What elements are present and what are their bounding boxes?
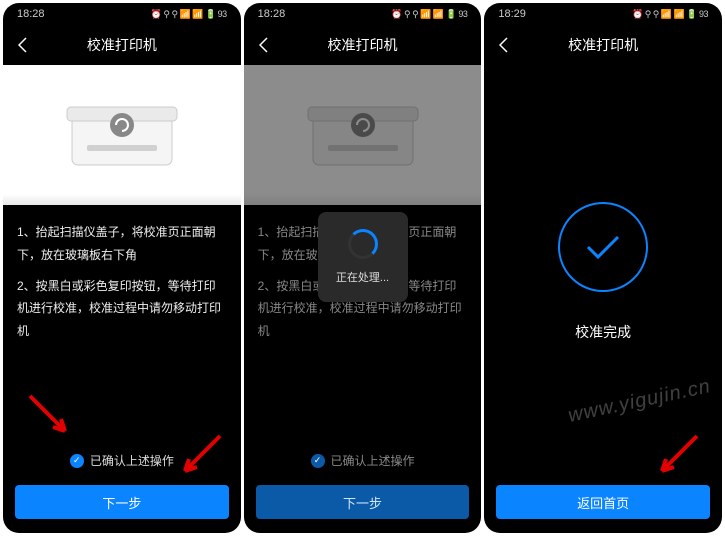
confirm-checkbox-row: ✓ 已确认上述操作 bbox=[244, 442, 482, 479]
confirm-label: 已确认上述操作 bbox=[331, 452, 415, 469]
status-time: 18:29 bbox=[498, 8, 526, 20]
nav-bar: 校准打印机 bbox=[244, 25, 482, 65]
nav-bar: 校准打印机 bbox=[484, 25, 722, 65]
page-title: 校准打印机 bbox=[87, 35, 157, 55]
status-time: 18:28 bbox=[258, 8, 286, 20]
back-icon[interactable] bbox=[254, 35, 274, 55]
instructions: 1、抬起扫描仪盖子，将校准页正面朝下，放在玻璃板右下角 2、按黑白或彩色复印按钮… bbox=[3, 205, 241, 367]
status-icons: ⏰ ⚲ ⚲ 📶 📶 🔋 93 bbox=[391, 9, 467, 20]
success-circle-icon bbox=[558, 202, 648, 292]
check-icon: ✓ bbox=[311, 454, 325, 468]
back-icon[interactable] bbox=[13, 35, 33, 55]
return-home-button[interactable]: 返回首页 bbox=[496, 485, 710, 519]
back-icon[interactable] bbox=[494, 35, 514, 55]
status-bar: 18:28 ⏰ ⚲ ⚲ 📶 📶 🔋 93 bbox=[3, 3, 241, 25]
screen-step1: 18:28 ⏰ ⚲ ⚲ 📶 📶 🔋 93 校准打印机 1、抬起扫描仪盖子，将校准… bbox=[3, 3, 241, 533]
printer-image bbox=[3, 65, 241, 205]
spinner-icon bbox=[348, 229, 378, 259]
check-icon: ✓ bbox=[70, 454, 84, 468]
processing-modal: 正在处理... bbox=[318, 212, 408, 302]
status-time: 18:28 bbox=[17, 8, 45, 20]
screen-success: 18:29 ⏰ ⚲ ⚲ 📶 📶 🔋 93 校准打印机 校准完成 www.yigu… bbox=[484, 3, 722, 533]
success-area: 校准完成 bbox=[484, 65, 722, 479]
modal-text: 正在处理... bbox=[336, 269, 389, 285]
status-icons: ⏰ ⚲ ⚲ 📶 📶 🔋 93 bbox=[632, 9, 708, 20]
next-button[interactable]: 下一步 bbox=[15, 485, 229, 519]
status-bar: 18:28 ⏰ ⚲ ⚲ 📶 📶 🔋 93 bbox=[244, 3, 482, 25]
printer-image bbox=[244, 65, 482, 205]
confirm-label: 已确认上述操作 bbox=[90, 452, 174, 469]
confirm-checkbox-row[interactable]: ✓ 已确认上述操作 bbox=[3, 442, 241, 479]
next-button: 下一步 bbox=[256, 485, 470, 519]
instruction-2: 2、按黑白或彩色复印按钮，等待打印机进行校准，校准过程中请勿移动打印机 bbox=[17, 275, 227, 343]
screen-processing: 18:28 ⏰ ⚲ ⚲ 📶 📶 🔋 93 校准打印机 1、抬起扫描仪盖子，将校准… bbox=[244, 3, 482, 533]
nav-bar: 校准打印机 bbox=[3, 25, 241, 65]
status-bar: 18:29 ⏰ ⚲ ⚲ 📶 📶 🔋 93 bbox=[484, 3, 722, 25]
page-title: 校准打印机 bbox=[568, 35, 638, 55]
status-icons: ⏰ ⚲ ⚲ 📶 📶 🔋 93 bbox=[151, 9, 227, 20]
instruction-1: 1、抬起扫描仪盖子，将校准页正面朝下，放在玻璃板右下角 bbox=[17, 221, 227, 267]
page-title: 校准打印机 bbox=[328, 35, 398, 55]
success-text: 校准完成 bbox=[575, 322, 631, 342]
